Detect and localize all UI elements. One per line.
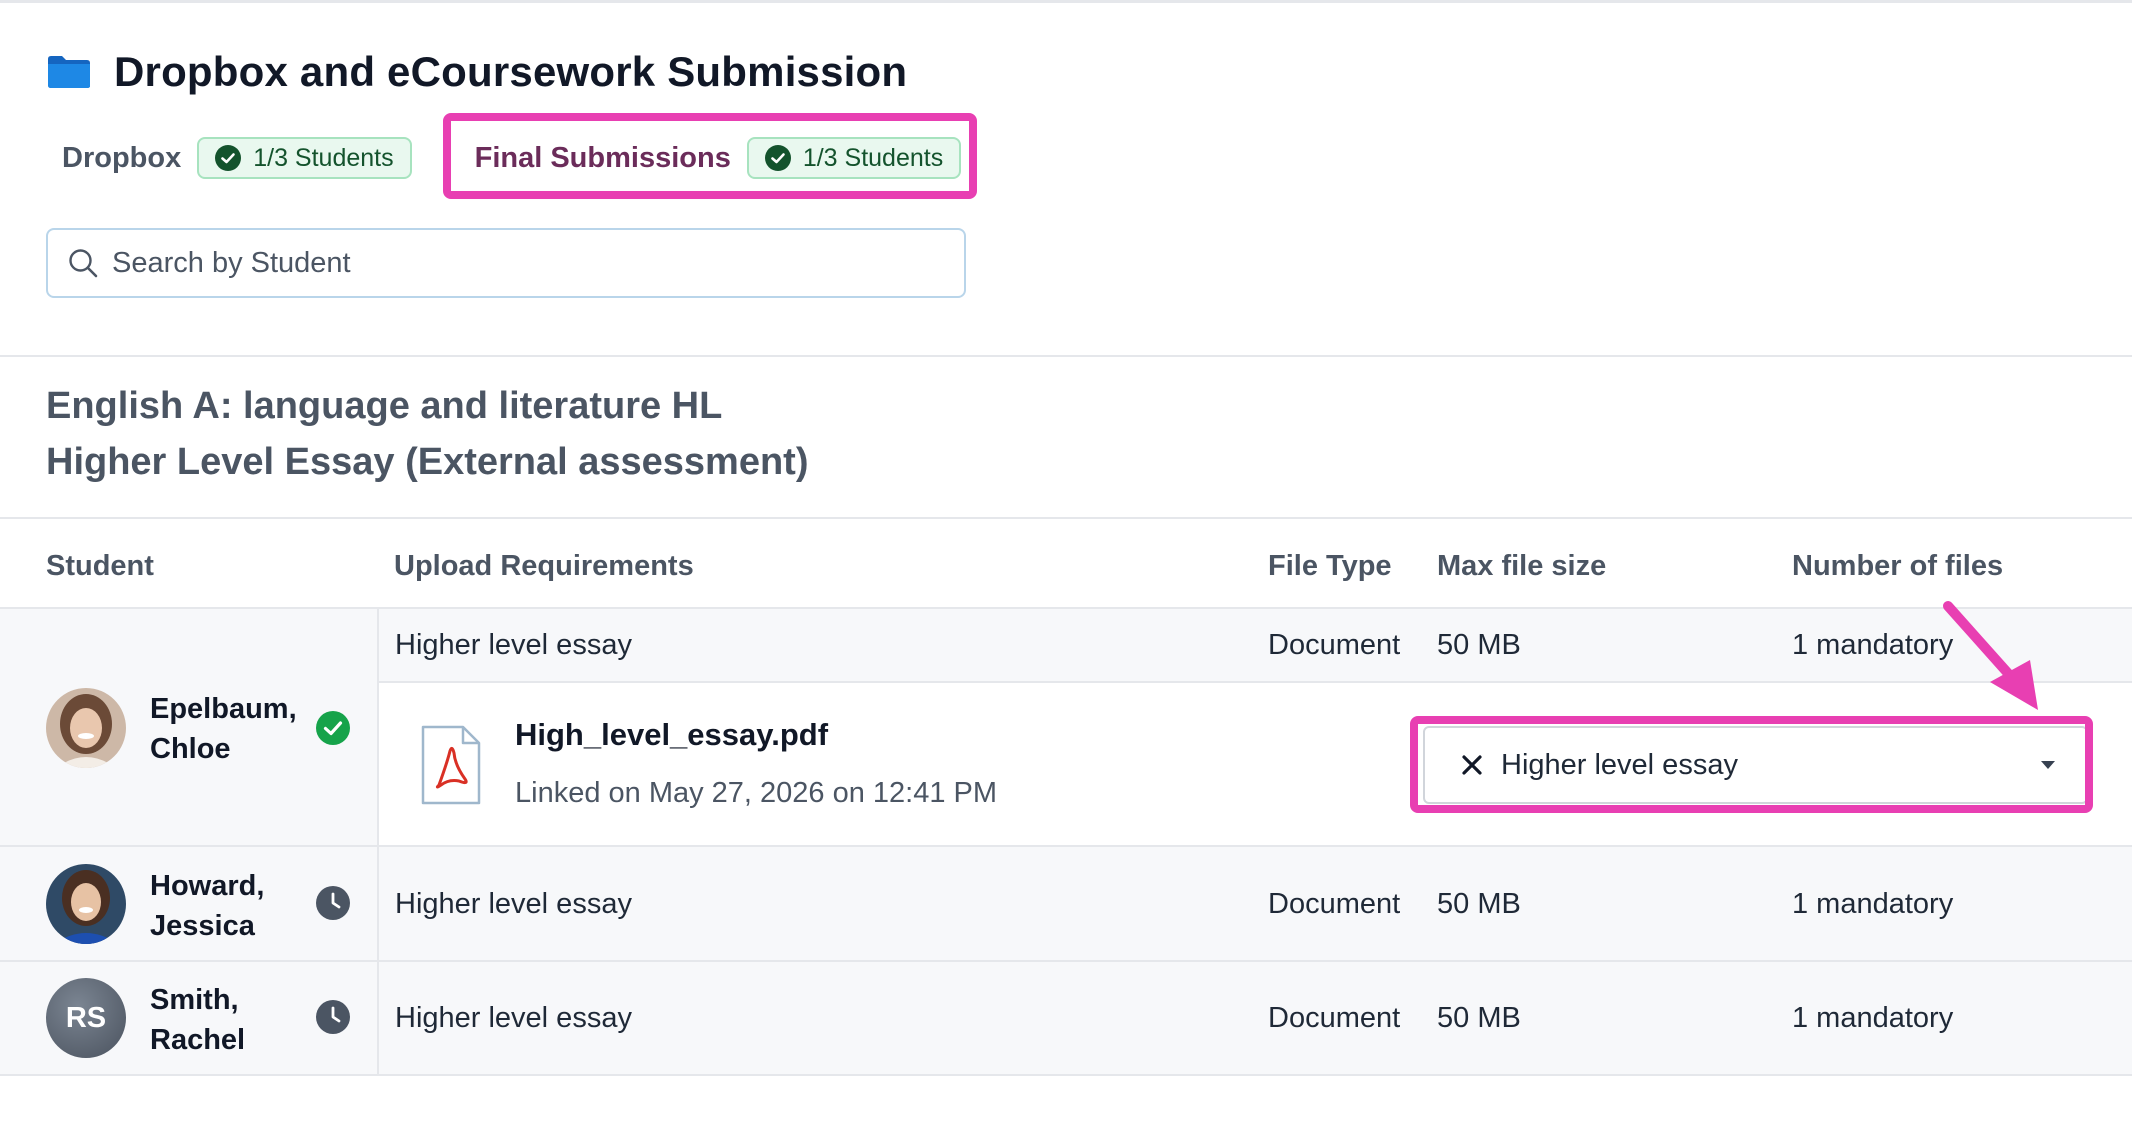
file-type-cell: Document [1268, 888, 1401, 920]
column-header-file-type[interactable]: File Type [1268, 550, 1392, 583]
column-header-student[interactable]: Student [46, 550, 154, 583]
course-title: English A: language and literature HL [46, 385, 723, 427]
assessment-title: Higher Level Essay (External assessment) [46, 441, 809, 483]
max-size-cell: 50 MB [1437, 1002, 1521, 1034]
page-header: Dropbox and eCoursework Submission [46, 48, 907, 96]
status-badge: 1/3 Students [746, 137, 962, 179]
column-separator [377, 962, 379, 1075]
column-header-number-of-files[interactable]: Number of files [1792, 550, 2003, 583]
clock-icon [316, 1000, 350, 1034]
avatar [46, 688, 126, 768]
check-circle-icon [215, 145, 242, 171]
top-divider [0, 0, 2132, 3]
attachment-linked-date: Linked on May 27, 2026 on 12:41 PM [515, 777, 998, 809]
student-last-name: Smith, [150, 984, 239, 1016]
column-header-upload-requirements[interactable]: Upload Requirements [394, 550, 694, 583]
badge-label: 1/3 Students [253, 143, 394, 172]
max-size-cell: 50 MB [1437, 888, 1521, 920]
search-box[interactable] [46, 228, 966, 298]
number-of-files-cell: 1 mandatory [1792, 888, 1954, 920]
attachment-file-name[interactable]: High_level_essay.pdf [515, 717, 828, 753]
status-badge: 1/3 Students [197, 137, 412, 179]
student-last-name: Howard, [150, 870, 265, 902]
chevron-down-icon [2041, 761, 2055, 769]
annotation-arrow [1943, 601, 2038, 710]
page-title: Dropbox and eCoursework Submission [114, 48, 908, 95]
check-circle-icon [316, 711, 350, 745]
tab-final-submissions[interactable]: Final Submissions 1/3 Students [475, 137, 962, 179]
student-first-name: Rachel [150, 1024, 246, 1056]
file-type-cell: Document [1268, 629, 1401, 661]
folder-icon [46, 55, 92, 89]
search-input[interactable] [112, 246, 932, 280]
check-circle-icon [764, 145, 791, 171]
avatar [46, 864, 126, 944]
requirement-cell: Higher level essay [395, 629, 632, 661]
avatar-initials: RS [65, 1001, 107, 1034]
tab-dropbox[interactable]: Dropbox 1/3 Students [62, 137, 412, 179]
section-divider [0, 355, 2132, 357]
number-of-files-cell: 1 mandatory [1792, 1002, 1954, 1034]
submission-tabs: Dropbox 1/3 Students Final Submissions 1… [62, 134, 962, 182]
table-top-divider [0, 517, 2132, 519]
student-last-name: Epelbaum, [150, 693, 297, 725]
student-first-name: Jessica [150, 910, 255, 942]
column-separator [377, 847, 379, 961]
tab-dropbox-label: Dropbox [62, 141, 182, 174]
student-name[interactable]: Smith, Rachel [150, 980, 245, 1060]
requirement-select[interactable]: Higher level essay [1423, 726, 2088, 804]
requirement-select-value: Higher level essay [1501, 748, 1738, 781]
column-header-max-file-size[interactable]: Max file size [1437, 550, 1606, 583]
tab-final-submissions-label: Final Submissions [474, 141, 731, 174]
student-name[interactable]: Howard, Jessica [150, 866, 264, 946]
number-of-files-cell: 1 mandatory [1792, 629, 1954, 661]
pdf-file-icon[interactable] [419, 723, 483, 807]
requirement-cell: Higher level essay [395, 1002, 632, 1034]
badge-label: 1/3 Students [802, 143, 944, 172]
max-size-cell: 50 MB [1437, 629, 1521, 661]
student-first-name: Chloe [150, 733, 231, 765]
table-header: Student Upload Requirements File Type Ma… [0, 520, 2132, 608]
close-icon[interactable] [1461, 754, 1483, 776]
search-icon [69, 249, 98, 278]
avatar: RS [46, 978, 126, 1058]
table-bottom-divider [0, 1074, 2132, 1076]
student-name[interactable]: Epelbaum, Chloe [150, 689, 297, 769]
requirement-cell: Higher level essay [395, 888, 632, 920]
clock-icon [316, 886, 350, 920]
file-type-cell: Document [1268, 1002, 1401, 1034]
